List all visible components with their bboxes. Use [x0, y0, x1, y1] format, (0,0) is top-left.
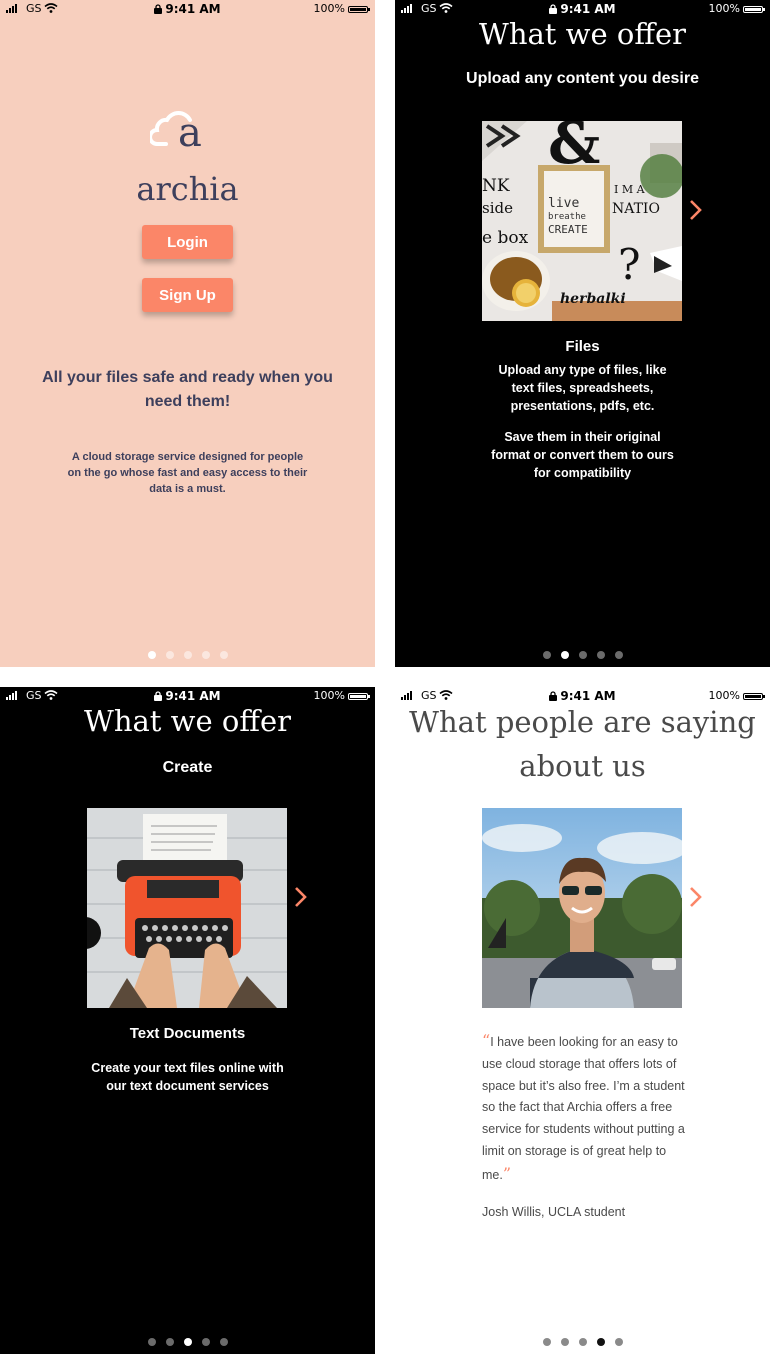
- page-dot[interactable]: [219, 1338, 228, 1346]
- lock-icon: [154, 691, 163, 701]
- svg-text:a: a: [178, 110, 202, 156]
- brand-name: archia: [136, 170, 239, 208]
- login-button[interactable]: Login: [142, 225, 233, 259]
- page-subtitle: Create: [162, 759, 213, 776]
- page-subtitle: Upload any content you desire: [466, 70, 699, 87]
- page-dot[interactable]: [596, 1338, 605, 1346]
- page-dot[interactable]: [147, 651, 156, 659]
- page-dot[interactable]: [542, 651, 551, 659]
- testimonial-screen: GS 9:41 AM 100% What people are saying a…: [395, 687, 770, 1354]
- lock-icon: [154, 4, 163, 14]
- feature-title: Text Documents: [129, 1025, 246, 1042]
- testimonial-author: Josh Willis, UCLA student: [482, 1205, 626, 1219]
- battery-icon: [348, 6, 370, 13]
- clock-label: 9:41 AM: [560, 689, 616, 703]
- welcome-screen: GS 9:41 AM 100% a archia Login Sign Up A…: [0, 0, 375, 667]
- reviewer-photo: [482, 808, 682, 1008]
- page-dot[interactable]: [201, 651, 210, 659]
- offer-files-screen: GS 9:41 AM 100% What we offer Upload any…: [395, 0, 770, 667]
- page-title: What we offer: [479, 17, 686, 51]
- service-description: A cloud storage service designed for peo…: [67, 451, 308, 495]
- battery-percent: 100%: [313, 689, 345, 702]
- page-dot[interactable]: [147, 1338, 156, 1346]
- testimonial-quote: “I have been looking for an easy to use …: [482, 1030, 687, 1187]
- open-quote-mark: “: [482, 1031, 491, 1050]
- battery-icon: [743, 693, 765, 700]
- page-dot[interactable]: [183, 651, 192, 659]
- svg-text:side: side: [482, 199, 513, 217]
- page-dot[interactable]: [542, 1338, 551, 1346]
- svg-text:I M A: I M A: [614, 183, 646, 196]
- page-indicator[interactable]: [0, 651, 375, 659]
- svg-text:NK: NK: [482, 176, 510, 196]
- svg-text:?: ?: [618, 240, 641, 289]
- svg-text:breathe: breathe: [548, 212, 586, 222]
- page-dot[interactable]: [614, 651, 623, 659]
- page-dot[interactable]: [560, 651, 569, 659]
- clock-label: 9:41 AM: [165, 689, 221, 703]
- page-dot[interactable]: [578, 651, 587, 659]
- page-dot[interactable]: [165, 651, 174, 659]
- signup-button[interactable]: Sign Up: [142, 278, 233, 312]
- page-indicator[interactable]: [395, 1338, 770, 1346]
- status-bar: GS 9:41 AM 100%: [0, 0, 375, 20]
- close-quote-mark: ”: [502, 1163, 512, 1183]
- feature-title: Files: [565, 338, 600, 355]
- clock-label: 9:41 AM: [560, 2, 616, 16]
- lock-icon: [549, 4, 558, 14]
- page-dot[interactable]: [165, 1338, 174, 1346]
- page-dot[interactable]: [578, 1338, 587, 1346]
- svg-text:NATIO: NATIO: [612, 201, 660, 217]
- page-indicator[interactable]: [395, 651, 770, 659]
- battery-percent: 100%: [708, 689, 740, 702]
- page-dot[interactable]: [596, 651, 605, 659]
- page-dot[interactable]: [560, 1338, 569, 1346]
- page-title-line-1: What people are saying: [409, 705, 756, 739]
- page-dot[interactable]: [201, 1338, 210, 1346]
- offer-create-screen: GS 9:41 AM 100% What we offer Create Tex…: [0, 687, 375, 1354]
- page-dot[interactable]: [219, 651, 228, 659]
- chevron-right-icon[interactable]: [294, 886, 308, 908]
- clock-label: 9:41 AM: [165, 2, 221, 16]
- chevron-right-icon[interactable]: [689, 886, 703, 908]
- typewriter-photo: [87, 808, 287, 1008]
- feature-body-2: Save them in their original format or co…: [491, 430, 674, 480]
- page-title-line-2: about us: [519, 749, 646, 783]
- chevron-right-icon[interactable]: [689, 199, 703, 221]
- page-title: What we offer: [84, 704, 291, 738]
- feature-body-1: Upload any type of files, like text file…: [498, 363, 667, 413]
- page-dot[interactable]: [614, 1338, 623, 1346]
- battery-icon: [743, 6, 765, 13]
- feature-body-1: Create your text files online with our t…: [91, 1061, 284, 1093]
- battery-percent: 100%: [708, 2, 740, 15]
- svg-text:e box: e box: [482, 228, 529, 248]
- svg-text:live: live: [548, 196, 579, 211]
- lock-icon: [549, 691, 558, 701]
- svg-text:herbalki: herbalki: [560, 291, 626, 307]
- battery-percent: 100%: [313, 2, 345, 15]
- page-dot[interactable]: [183, 1338, 192, 1346]
- page-indicator[interactable]: [0, 1338, 375, 1346]
- cloud-logo-icon: a: [150, 110, 202, 156]
- quote-text: I have been looking for an easy to use c…: [482, 1035, 685, 1182]
- svg-text:CREATE: CREATE: [548, 223, 588, 236]
- tagline: All your files safe and ready when you n…: [42, 369, 333, 410]
- files-photo: & NK side e box live breathe CREATE I M …: [482, 121, 682, 321]
- battery-icon: [348, 693, 370, 700]
- status-bar: GS 9:41 AM 100%: [395, 687, 770, 707]
